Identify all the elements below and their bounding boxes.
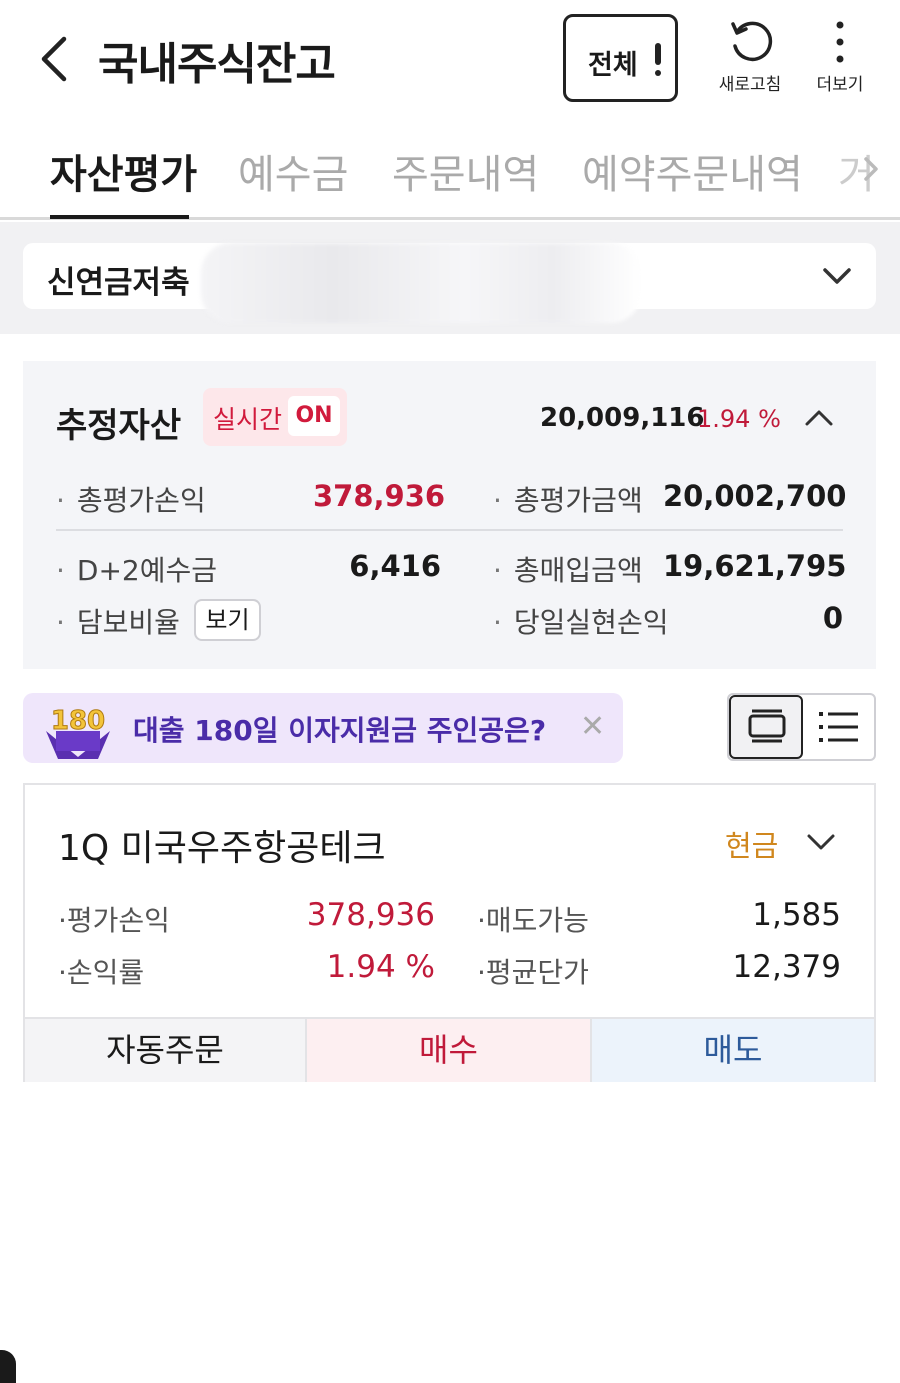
active-tab-indicator: [50, 215, 189, 219]
tab-deposit[interactable]: 예수금: [238, 142, 348, 200]
estimated-asset-rate: 1.94 %: [697, 405, 781, 433]
collateral-view-button[interactable]: 보기: [194, 599, 261, 641]
auto-order-button[interactable]: 자동주문: [25, 1019, 307, 1082]
realtime-toggle[interactable]: 실시간 ON: [203, 388, 347, 446]
total-purchase-value: 19,621,795: [663, 549, 847, 583]
tab-asset-evaluation[interactable]: 자산평가: [50, 142, 197, 200]
eval-pl-label: ·평가손익: [58, 904, 170, 937]
alert-icon-dot: [655, 70, 661, 76]
total-eval-amount-label: · 총평가금액: [493, 484, 643, 517]
more-vertical-icon: [836, 21, 844, 63]
refresh-button[interactable]: 새로고침: [712, 16, 788, 95]
account-selector[interactable]: 신연금저축: [23, 243, 876, 323]
sell-button[interactable]: 매도: [592, 1019, 874, 1082]
asset-summary-card: 추정자산 실시간 ON 20,009,116 1.94 % · 총평가손익 378…: [23, 361, 876, 669]
sellable-qty-value: 1,585: [752, 897, 841, 933]
avg-price-label: ·평균단가: [477, 956, 589, 989]
tab-reserved-orders[interactable]: 예약주문내역: [582, 142, 803, 200]
realtime-label: 실시간: [213, 405, 283, 434]
card-view-icon: [748, 709, 786, 743]
card-view-button[interactable]: [729, 695, 803, 759]
return-rate-value: 1.94 %: [326, 949, 435, 985]
promo-text: 대출 180일 이자지원금 주인공은?: [133, 714, 547, 747]
d2-deposit-label: · D+2예수금: [56, 554, 218, 587]
chevron-down-icon: [823, 268, 851, 284]
asset-title: 추정자산: [56, 406, 182, 446]
holding-card[interactable]: 1Q 미국우주항공테크 현금 ·평가손익 378,936 ·매도가능 1,585…: [23, 783, 876, 1082]
total-purchase-label: · 총매입금액: [493, 554, 643, 587]
stats-divider: [56, 529, 843, 531]
all-accounts-label: 전체: [588, 50, 638, 81]
account-number-redaction: [201, 243, 641, 323]
holding-account-type: 현금: [725, 829, 779, 863]
today-realized-pl-label: · 당일실현손익: [493, 606, 669, 639]
total-eval-pl-label: · 총평가손익: [56, 484, 206, 517]
edge-handle: [0, 1350, 16, 1383]
close-icon[interactable]: ✕: [580, 709, 605, 744]
view-mode-toggle: [727, 693, 876, 761]
alert-icon: [655, 43, 661, 65]
promo-banner[interactable]: 180 대출 180일 이자지원금 주인공은? ✕: [23, 693, 623, 763]
chevron-up-icon[interactable]: [803, 407, 835, 429]
tab-bar: 자산평가 예수금 주문내역 예약주문내역 거: [0, 132, 900, 220]
total-eval-pl-value: 378,936: [313, 479, 446, 513]
return-rate-label: ·손익률: [58, 956, 145, 989]
sellable-qty-label: ·매도가능: [477, 904, 589, 937]
estimated-asset-total: 20,009,116: [540, 403, 705, 433]
total-eval-amount-value: 20,002,700: [663, 479, 847, 513]
refresh-icon: [731, 21, 773, 62]
promo-180-badge: 180: [46, 706, 110, 759]
more-label: 더보기: [816, 75, 864, 95]
today-realized-pl-value: 0: [822, 601, 843, 635]
promo-badge-number: 180: [51, 706, 105, 736]
page-title: 국내주식잔고: [98, 39, 336, 90]
list-view-icon: [819, 712, 858, 742]
account-name: 신연금저축: [47, 265, 190, 301]
holding-name: 1Q 미국우주항공테크: [58, 828, 386, 869]
list-view-button[interactable]: [803, 695, 874, 759]
more-button[interactable]: 더보기: [808, 16, 872, 95]
refresh-label: 새로고침: [718, 75, 782, 95]
holding-actions: 자동주문 매수 매도: [25, 1017, 874, 1082]
tab-order-history[interactable]: 주문내역: [392, 142, 539, 200]
collateral-ratio-label: · 담보비율: [56, 606, 180, 639]
eval-pl-value: 378,936: [306, 897, 435, 933]
chevron-right-icon[interactable]: [860, 154, 882, 184]
realtime-state: ON: [288, 396, 340, 436]
chevron-left-icon: [41, 36, 67, 82]
avg-price-value: 12,379: [732, 949, 841, 985]
chevron-down-icon[interactable]: [805, 831, 837, 853]
d2-deposit-value: 6,416: [349, 549, 441, 583]
all-accounts-button[interactable]: 전체: [563, 14, 678, 102]
back-button[interactable]: [34, 34, 78, 84]
app-header: 국내주식잔고 전체 새로고침 더보기: [0, 0, 900, 118]
buy-button[interactable]: 매수: [307, 1019, 592, 1082]
